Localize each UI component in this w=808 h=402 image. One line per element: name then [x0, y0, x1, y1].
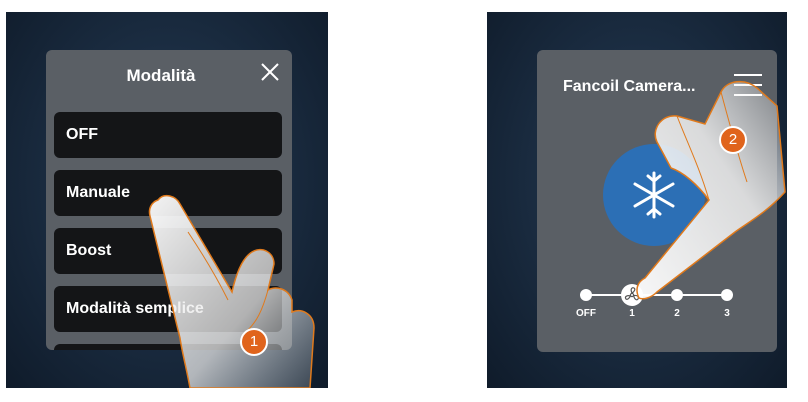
step-badge-2: 2: [719, 126, 747, 154]
mode-selection-panel: Modalità OFF Manuale Boost Modalità semp…: [46, 50, 292, 350]
mode-item-manuale[interactable]: Manuale: [54, 170, 282, 216]
speed-dot-2[interactable]: [671, 289, 683, 301]
fancoil-title: Fancoil Camera...: [563, 78, 696, 95]
speed-label-3: 3: [724, 308, 730, 319]
fancoil-panel: Fancoil Camera... OFF 1 2 3: [537, 50, 777, 352]
speed-dot-off[interactable]: [580, 289, 592, 301]
step-badge-1: 1: [240, 328, 268, 356]
cooling-mode-indicator[interactable]: [603, 144, 705, 246]
mode-item-off[interactable]: OFF: [54, 112, 282, 158]
fan-speed-track: [585, 294, 729, 296]
fan-icon: [624, 287, 639, 301]
mode-item-modalita-semplice[interactable]: Modalità semplice: [54, 286, 282, 332]
speed-label-2: 2: [674, 308, 680, 319]
hamburger-menu-icon[interactable]: [733, 72, 763, 98]
left-screen: Modalità OFF Manuale Boost Modalità semp…: [6, 12, 328, 388]
speed-label-1: 1: [629, 308, 635, 319]
speed-label-off: OFF: [576, 308, 596, 319]
speed-dot-1-selected[interactable]: [621, 284, 643, 306]
close-icon[interactable]: [258, 60, 282, 84]
snowflake-icon: [633, 171, 675, 219]
panel-title: Modalità: [126, 66, 196, 85]
speed-dot-3[interactable]: [721, 289, 733, 301]
right-screen: Fancoil Camera... OFF 1 2 3 2: [487, 12, 787, 388]
mode-item-boost[interactable]: Boost: [54, 228, 282, 274]
